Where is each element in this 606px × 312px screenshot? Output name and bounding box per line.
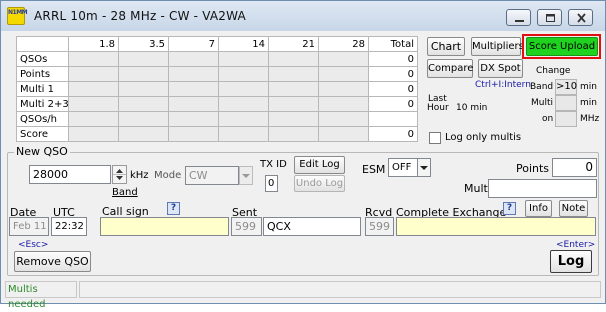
esm-select[interactable]: OFF: [388, 158, 418, 177]
header-cell: 7: [168, 36, 219, 52]
sent-rst-input[interactable]: 599: [231, 217, 262, 236]
restore-icon: [546, 14, 555, 22]
enter-hint: <Enter>: [556, 240, 596, 250]
header-cell: [16, 36, 69, 52]
row-total: 0: [368, 66, 418, 82]
header-cell: 3.5: [118, 36, 169, 52]
callsign-help-icon[interactable]: ?: [167, 202, 180, 215]
row-label: Points: [16, 66, 69, 82]
ten-min-label: 10 min: [456, 103, 488, 113]
minimize-icon: [515, 20, 524, 22]
mode-dropdown-arrow[interactable]: [239, 166, 253, 185]
multi-change-label: Multi: [531, 98, 553, 108]
on-label: on: [542, 114, 554, 124]
mode-label: Mode: [154, 170, 182, 181]
minimize-button[interactable]: [506, 9, 531, 26]
frequency-spinner[interactable]: [112, 165, 127, 184]
score-upload-button[interactable]: Score Upload: [526, 37, 598, 56]
maximize-button[interactable]: [537, 9, 562, 26]
frequency-input[interactable]: 28000: [29, 165, 111, 184]
esc-hint: <Esc>: [18, 240, 49, 250]
points-label: Points: [516, 162, 550, 175]
multi-value: [488, 179, 597, 198]
table-row: Score 0: [16, 126, 418, 142]
sent-exchange-input[interactable]: QCX: [263, 217, 361, 236]
mode-select[interactable]: CW: [185, 166, 239, 185]
info-button[interactable]: Info: [525, 200, 552, 217]
row-total: 0: [368, 126, 418, 142]
multipliers-button[interactable]: Multipliers: [471, 37, 524, 56]
rcvd-rst-input[interactable]: 599: [365, 217, 394, 236]
row-total: 0: [368, 81, 418, 97]
header-cell: Total: [368, 36, 418, 52]
change-label: Change: [536, 66, 571, 76]
ctrl-i-hint: Ctrl+I:Intern: [475, 80, 531, 90]
band-change-value: >10: [555, 79, 577, 95]
last-hour-rate: [428, 114, 452, 128]
header-cell: 1.8: [68, 36, 119, 52]
header-cell: 21: [268, 36, 319, 52]
close-button[interactable]: [568, 9, 593, 26]
table-row: Points 0: [16, 66, 418, 82]
title-bar: N1MM ARRL 10m - 28 MHz - CW - VA2WA: [1, 1, 605, 31]
row-label: Multi 1: [16, 81, 69, 97]
points-value: 0: [552, 158, 597, 177]
main-window: N1MM ARRL 10m - 28 MHz - CW - VA2WA 1.8 …: [0, 0, 606, 310]
table-row: QSOs/h: [16, 111, 418, 127]
new-qso-title: New QSO: [14, 145, 70, 158]
exchange-help-icon[interactable]: ?: [503, 202, 516, 215]
note-button[interactable]: Note: [559, 200, 588, 217]
row-total: [368, 111, 418, 127]
app-logo-icon: N1MM: [7, 7, 28, 25]
log-button[interactable]: Log: [550, 250, 592, 273]
log-only-multis-checkbox[interactable]: [429, 132, 441, 144]
header-cell: 14: [218, 36, 269, 52]
row-label: QSOs: [16, 51, 69, 67]
row-label: Score: [16, 126, 69, 142]
multi-min-unit: min: [580, 98, 597, 108]
row-total: 0: [368, 51, 418, 67]
status-bar: Multis needed: [3, 280, 603, 310]
mhz-unit: MHz: [580, 114, 600, 124]
header-cell: 28: [318, 36, 369, 52]
chevron-down-icon: [420, 166, 428, 170]
tx-id-input[interactable]: 0: [265, 175, 278, 192]
compare-button[interactable]: Compare: [427, 59, 473, 78]
table-row: QSOs 0: [16, 51, 418, 67]
utc-input[interactable]: 22:32: [51, 217, 87, 236]
band-min-unit: min: [580, 82, 597, 92]
window-title: ARRL 10m - 28 MHz - CW - VA2WA: [34, 9, 246, 23]
dx-spot-button[interactable]: DX Spot: [478, 59, 523, 78]
band-label: Band: [112, 187, 138, 198]
band-change-label: Band: [530, 82, 554, 92]
hour-label: Hour: [427, 103, 449, 113]
esm-dropdown-arrow[interactable]: [417, 158, 431, 177]
esm-label: ESM: [362, 163, 386, 176]
score-table: 1.8 3.5 7 14 21 28 Total QSOs 0 Points 0…: [16, 36, 418, 142]
close-icon: [577, 13, 586, 23]
multi-label: Multi: [464, 182, 491, 195]
tx-id-label: TX ID: [260, 159, 287, 170]
on-value: [555, 111, 577, 127]
khz-label: kHz: [130, 170, 149, 181]
edit-log-button[interactable]: Edit Log: [294, 156, 345, 174]
row-label: Multi 2+3: [16, 96, 69, 112]
log-only-multis-label: Log only multis: [445, 132, 522, 143]
callsign-input[interactable]: [100, 217, 229, 236]
table-row: Multi 2+3 0: [16, 96, 418, 112]
status-multis-needed: Multis needed: [5, 281, 77, 310]
remove-qso-button[interactable]: Remove QSO: [14, 251, 91, 272]
score-table-header: 1.8 3.5 7 14 21 28 Total: [16, 36, 418, 52]
chart-button[interactable]: Chart: [427, 37, 465, 56]
table-row: Multi 1 0: [16, 81, 418, 97]
spinner-arrows-icon: [113, 169, 126, 180]
status-message: [79, 281, 601, 298]
row-total: 0: [368, 96, 418, 112]
row-label: QSOs/h: [16, 111, 69, 127]
multi-change-value: [555, 95, 577, 111]
complete-exchange-input[interactable]: [396, 217, 596, 236]
date-input[interactable]: Feb 11: [9, 217, 49, 236]
undo-log-button[interactable]: Undo Log: [294, 175, 345, 192]
chevron-down-icon: [242, 174, 250, 178]
